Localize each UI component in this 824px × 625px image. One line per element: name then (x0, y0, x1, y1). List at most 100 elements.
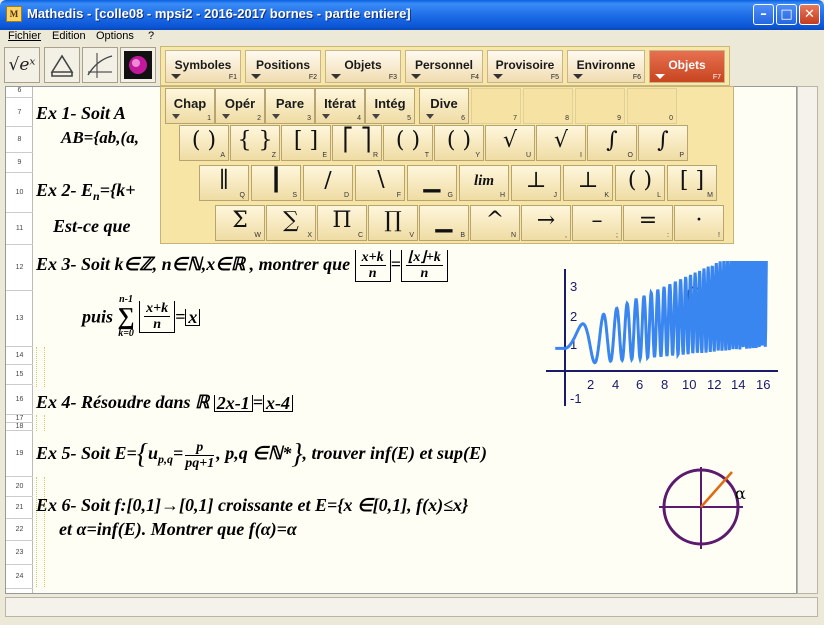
frac-numerator: x+k (359, 250, 386, 266)
function-graph[interactable]: f(x) 3 2 1 -1 2 4 6 8 10 12 14 16 (546, 261, 786, 413)
palette-slot-7[interactable]: 7 (471, 88, 521, 124)
palette-symbol-button[interactable]: ∥ Q (199, 165, 249, 201)
tab-label: Positions (255, 58, 310, 72)
tab-label: Environne (576, 58, 636, 72)
tab-key: F7 (712, 74, 721, 81)
palette-integ-button[interactable]: Intég 5 (365, 88, 415, 124)
dropdown-arrow-icon (411, 74, 421, 79)
palette-symbol-button[interactable]: ∕ D (303, 165, 353, 201)
palette-chap-button[interactable]: Chap 1 (165, 88, 215, 124)
ex2-title[interactable]: Ex 2- En={k+ (36, 180, 135, 204)
unit-circle-figure[interactable]: α (656, 457, 766, 557)
palette-symbol-button[interactable]: lim H (459, 165, 509, 201)
tab-provisoire[interactable]: Provisoire F5 (487, 50, 563, 83)
button-key: 9 (617, 115, 621, 122)
palette-symbol-glyph: ^ (485, 208, 505, 233)
palette-symbol-button[interactable]: √ I (536, 125, 586, 161)
tab-environne[interactable]: Environne F6 (567, 50, 645, 83)
palette-dive-button[interactable]: Dive 6 (419, 88, 469, 124)
palette-symbol-button[interactable]: [ ] E (281, 125, 331, 161)
palette-symbol-button[interactable]: ∫ P (638, 125, 688, 161)
dropdown-arrow-icon (655, 74, 665, 79)
palette-symbol-button[interactable]: ( ) Y (434, 125, 484, 161)
tab-label: Personnel (414, 58, 474, 72)
palette-slot-9[interactable]: 9 (575, 88, 625, 124)
ex4-line[interactable]: Ex 4- Résoudre dans ℝ 2x-1 = x-4 (36, 392, 294, 413)
palette-symbol-button[interactable]: –; (572, 205, 622, 241)
sqrt-exp-icon: √eˣ (8, 55, 36, 75)
palette-symbol-button[interactable]: ∏ V (368, 205, 418, 241)
menu-help[interactable]: ? (148, 30, 154, 42)
palette-symbol-button[interactable]: ∑ X (266, 205, 316, 241)
ex6-line2[interactable]: et α=inf(E). Montrer que f(α)=α (59, 519, 297, 540)
line-number: 7 (6, 98, 33, 127)
palette-symbol-button[interactable]: ∫ O (587, 125, 637, 161)
image-button[interactable] (120, 47, 156, 83)
palette-symbol-button[interactable]: ⊥ J (511, 165, 561, 201)
palette-symbol-button[interactable]: [ ] M (667, 165, 717, 201)
palette-symbol-button[interactable]: ┃ S (251, 165, 301, 201)
palette-oper-button[interactable]: Opér 2 (215, 88, 265, 124)
maximize-button[interactable]: □ (776, 4, 797, 25)
tab-symboles[interactable]: Symboles F1 (165, 50, 241, 83)
palette-symbol-button[interactable]: { } Z (230, 125, 280, 161)
palette-symbol-button[interactable]: ΠC (317, 205, 367, 241)
palette-symbol-button[interactable]: √ U (485, 125, 535, 161)
palette-slot-8[interactable]: 8 (523, 88, 573, 124)
ex1-title[interactable]: Ex 1- Soit A (36, 103, 126, 124)
ex3-line2[interactable]: puis n-1 ∑ k=0 x+k n = x (82, 295, 201, 339)
menu-fichier[interactable]: Fichier (8, 30, 41, 42)
palette-symbol-button[interactable]: ( ) L (615, 165, 665, 201)
x-tick-16: 16 (756, 377, 770, 392)
palette-symbol-button[interactable]: ∖ F (355, 165, 405, 201)
tab-key: F4 (470, 74, 479, 81)
ex3-floor-3: x+k n (139, 301, 176, 333)
palette-symbol-button[interactable]: ΣW (215, 205, 265, 241)
graph-icon (87, 53, 113, 78)
tab-objets[interactable]: Objets F3 (325, 50, 401, 83)
tab-objets-active[interactable]: Objets F7 (649, 50, 725, 83)
palette-pare-button[interactable]: Pare 3 (265, 88, 315, 124)
menu-options[interactable]: Options (96, 30, 134, 42)
window-title: Mathedis - [colle08 - mpsi2 - 2016-2017 … (27, 6, 411, 21)
sqrt-exp-button[interactable]: √eˣ (4, 47, 40, 83)
palette-symbol-button[interactable]: =: (623, 205, 673, 241)
palette-symbol-glyph: Π (332, 208, 352, 233)
line-gutter: 6 7 8 9 10 11 12 13 14 15 16 17 18 19 20… (6, 87, 33, 593)
palette-symbol-button[interactable]: ⎡ ⎤ R (332, 125, 382, 161)
palette-symbol-button[interactable]: ^ N (470, 205, 520, 241)
menu-edition[interactable]: Edition (52, 30, 86, 42)
palette-symbol-button[interactable]: ⊥ K (563, 165, 613, 201)
ex1-line2[interactable]: AB={ab,(a, (61, 128, 139, 148)
line-number: 22 (6, 519, 33, 541)
palette-symbol-button[interactable]: →, (521, 205, 571, 241)
ex5-line[interactable]: Ex 5- Soit E={up,q= p pq+1, p,q ∈ℕ*}, trou… (36, 439, 487, 471)
ex3-line1[interactable]: Ex 3- Soit k∈ℤ, n∈ℕ,x∈ℝ , montrer que x+… (36, 250, 448, 282)
palette-symbol-button[interactable]: ( ) T (383, 125, 433, 161)
close-button[interactable]: ✕ (799, 4, 820, 25)
prism-button[interactable] (44, 47, 80, 83)
tab-personnel[interactable]: Personnel F4 (405, 50, 483, 83)
horizontal-scrollbar[interactable] (5, 597, 818, 617)
button-key: J (553, 192, 558, 199)
graph-button[interactable] (82, 47, 118, 83)
vertical-scrollbar[interactable] (797, 86, 818, 594)
palette-iterat-button[interactable]: Itérat 4 (315, 88, 365, 124)
angle-ray (700, 471, 733, 508)
sum-symbol: ∑ (117, 304, 135, 330)
palette-symbol-glyph: ( ) (446, 128, 472, 153)
minimize-button[interactable]: – (753, 4, 774, 25)
palette-symbol-button[interactable]: ( ) A (179, 125, 229, 161)
tab-positions[interactable]: Positions F2 (245, 50, 321, 83)
dropdown-arrow-icon (172, 114, 180, 119)
palette-slot-0[interactable]: 0 (627, 88, 677, 124)
ex5-text: Ex 5- Soit E= (36, 443, 137, 464)
frac-denominator: n (420, 266, 429, 281)
ex3-floor-1: x+k n (354, 250, 391, 282)
palette-symbol-button[interactable]: ▁ G (407, 165, 457, 201)
ex2-line2[interactable]: Est-ce que (53, 216, 130, 237)
palette-symbol-button[interactable]: ▁ B (419, 205, 469, 241)
palette-symbol-glyph: ∑ (283, 208, 299, 233)
ex6-line1[interactable]: Ex 6- Soit f:[0,1]→[0,1] croissante et E… (36, 495, 468, 516)
palette-symbol-button[interactable]: ·! (674, 205, 724, 241)
